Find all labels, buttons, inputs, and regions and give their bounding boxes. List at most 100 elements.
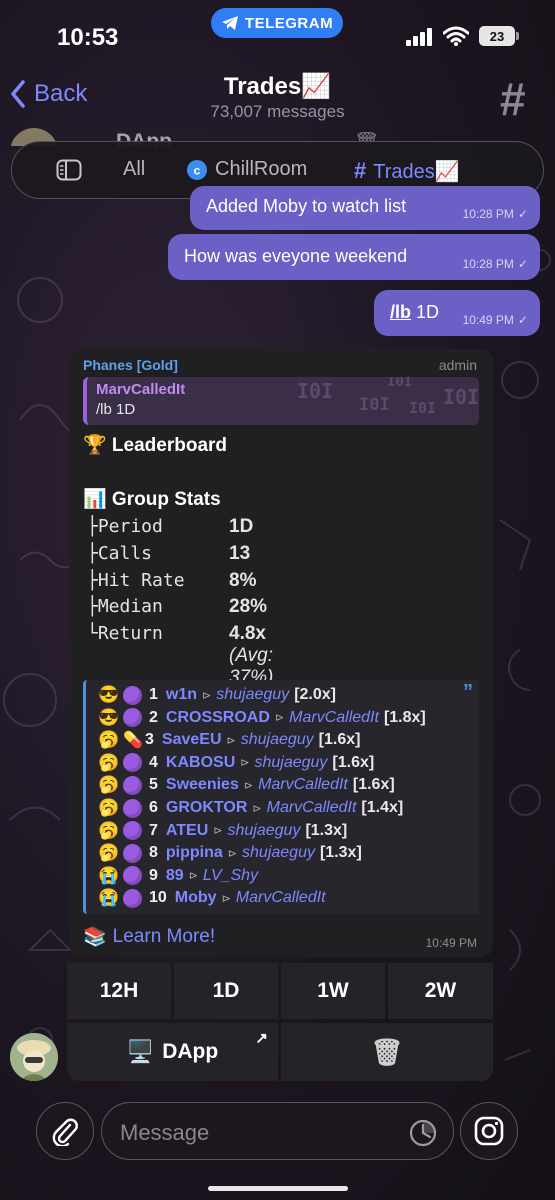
camera-button[interactable] [460, 1102, 518, 1160]
tab-all[interactable]: All [123, 158, 145, 181]
battery-tip [516, 32, 519, 40]
token-link[interactable]: 89 [166, 867, 184, 885]
sender-name[interactable]: Phanes [Gold] [83, 357, 178, 373]
caller-username-link[interactable]: MarvCalledIt [236, 889, 326, 907]
tab-all-label: All [123, 158, 146, 180]
purple-circle-icon [123, 753, 142, 773]
multiplier-value: [2.0x] [294, 686, 336, 703]
rank-number: 8 [149, 844, 158, 862]
timeframe-button-1d[interactable]: 1D [174, 963, 278, 1019]
tab-trades[interactable]: # Trades📈 [354, 158, 460, 184]
arrow-icon: ⊳ [243, 779, 254, 792]
reply-text: /lb 1D [96, 401, 136, 418]
outgoing-message[interactable]: /lb 1D 10:49 PM ✓ [374, 290, 540, 336]
caller-username-link[interactable]: shujaeguy [216, 686, 289, 704]
token-link[interactable]: ATEU [166, 822, 208, 840]
clock-schedule-icon[interactable] [409, 1119, 437, 1147]
reply-pattern-deco: I0I [409, 399, 437, 417]
timeframe-button-1w[interactable]: 1W [281, 963, 385, 1019]
token-link[interactable]: pippina [166, 844, 223, 862]
caller-username-link[interactable]: LV_Shy [203, 867, 258, 885]
tab-trades-label: Trades📈 [373, 160, 460, 183]
caller-username-link[interactable]: shujaeguy [242, 844, 315, 862]
stat-label: ├Median [87, 596, 163, 617]
leaderboard-quote-block: ” 😎 1 w1n ⊳ shujaeguy [2.0x] 😎 2 CROSSROAD ⊳ MarvC… [83, 680, 479, 914]
purple-circle-icon [123, 821, 142, 841]
sidebar-toggle-icon[interactable] [56, 159, 82, 181]
message-text: How was eveyone weekend [184, 246, 408, 266]
reply-pattern-deco: I0I [387, 377, 413, 390]
token-link[interactable]: KABOSU [166, 754, 235, 772]
reaction-emoji: 🥱 [98, 730, 120, 750]
avatar-image [10, 1033, 58, 1081]
attach-button[interactable] [36, 1102, 94, 1160]
leaderboard-row: 🥱 7 ATEU ⊳ shujaeguy [1.3x] [98, 820, 347, 842]
tab-chillroom[interactable]: c ChillRoom [186, 158, 307, 181]
message-input[interactable]: Message [101, 1102, 454, 1160]
leaderboard-row: 🥱 5 Sweenies ⊳ MarvCalledIt [1.6x] [98, 774, 395, 796]
external-link-arrow-icon: ↗ [255, 1030, 268, 1047]
books-icon: 📚 [83, 927, 107, 948]
reply-quote[interactable]: MarvCalledIt /lb 1D I0I I0I I0I I0I I0I [83, 377, 479, 425]
reply-pattern-deco: I0I [297, 379, 334, 403]
learn-more-link[interactable]: 📚 Learn More! [83, 925, 215, 949]
bot-avatar[interactable] [10, 1033, 58, 1081]
caller-username-link[interactable]: shujaeguy [241, 731, 314, 749]
command-link[interactable]: /lb [390, 302, 411, 322]
stat-row: ├Calls 13 [87, 543, 250, 564]
reaction-emoji: 😭 [98, 888, 120, 908]
reaction-emoji: 🥱 [98, 798, 120, 817]
leaderboard-title: 🏆 Leaderboard [83, 435, 228, 456]
token-link[interactable]: CROSSROAD [166, 709, 270, 727]
reaction-emoji: 🥱 [98, 820, 120, 840]
purple-circle-icon [123, 775, 142, 795]
multiplier-value: [1.6x] [318, 731, 361, 749]
caller-username-link[interactable]: MarvCalledIt [289, 709, 379, 727]
instagram-camera-icon [474, 1116, 504, 1146]
dapp-button[interactable]: 🖥️ DApp ↗ [67, 1023, 278, 1081]
stat-value: 8% [229, 570, 257, 591]
rank-number: 7 [149, 821, 158, 839]
trash-icon: 🗑 [370, 1036, 404, 1067]
stat-value: 28% [229, 596, 268, 617]
topic-hash-icon[interactable]: # [500, 74, 526, 124]
chat-title[interactable]: Trades📈 [0, 72, 555, 101]
caller-username-link[interactable]: MarvCalledIt [258, 776, 348, 794]
caller-username-link[interactable]: MarvCalledIt [267, 799, 357, 817]
arrow-icon: ⊳ [226, 734, 236, 747]
arrow-icon: ⊳ [188, 870, 198, 883]
purple-circle-icon [123, 843, 142, 863]
token-link[interactable]: GROKTOR [166, 799, 247, 817]
leaderboard-row: 🥱 8 pippina ⊳ shujaeguy [1.3x] [98, 842, 362, 864]
timeframe-button-2w[interactable]: 2W [388, 963, 493, 1019]
telegram-pill[interactable]: TELEGRAM [211, 8, 343, 38]
token-link[interactable]: SaveEU [162, 731, 222, 749]
stat-label: └Return [87, 623, 163, 644]
telegram-pill-label: TELEGRAM [244, 14, 334, 32]
reaction-emoji: 🥱 [98, 775, 120, 795]
outgoing-message[interactable]: How was eveyone weekend 10:28 PM ✓ [168, 234, 540, 280]
arrow-icon: ⊳ [202, 689, 212, 702]
purple-circle-icon [123, 866, 142, 886]
message-placeholder: Message [120, 1120, 210, 1145]
wifi-icon [443, 26, 469, 46]
reply-pattern-deco: I0I [359, 395, 390, 415]
group-stats-title: 📊 Group Stats [83, 489, 221, 510]
rank-number: 3 [145, 731, 154, 749]
reaction-emoji: 😎 [98, 707, 120, 727]
read-check-icon: ✓ [517, 257, 528, 271]
token-link[interactable]: w1n [166, 686, 197, 704]
rank-number: 1 [149, 686, 158, 703]
purple-circle-icon [123, 708, 142, 728]
outgoing-message[interactable]: Added Moby to watch list 10:28 PM ✓ [190, 186, 540, 230]
home-indicator [208, 1186, 348, 1191]
arrow-icon: ⊳ [221, 892, 231, 905]
token-link[interactable]: Sweenies [166, 776, 239, 794]
caller-username-link[interactable]: shujaeguy [254, 754, 327, 772]
admin-badge: admin [438, 357, 477, 373]
delete-button[interactable]: 🗑 [281, 1023, 493, 1081]
token-link[interactable]: Moby [175, 889, 217, 907]
timeframe-button-12h[interactable]: 12H [67, 963, 171, 1019]
caller-username-link[interactable]: shujaeguy [228, 822, 301, 840]
battery-indicator: 23 [479, 26, 515, 46]
